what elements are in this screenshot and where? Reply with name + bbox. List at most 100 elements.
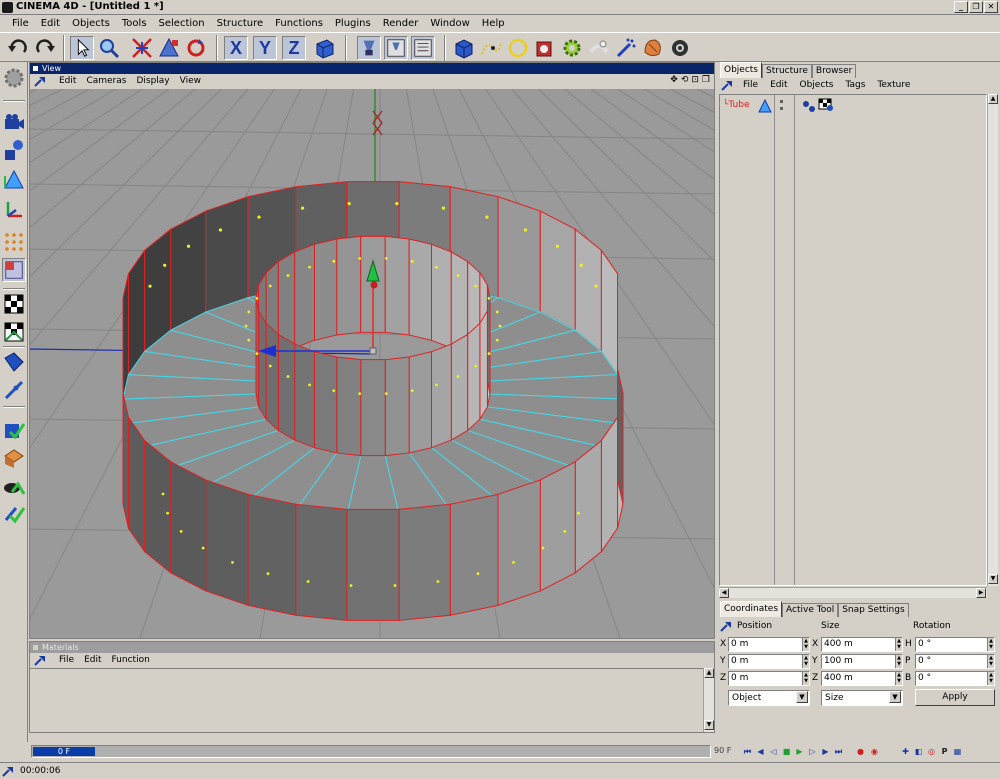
axis-mode-icon[interactable] bbox=[2, 198, 26, 222]
menu-edit[interactable]: Edit bbox=[35, 18, 66, 29]
x-axis-toggle[interactable]: X bbox=[224, 36, 248, 60]
next-key-icon[interactable]: ▶ bbox=[820, 746, 831, 757]
apply-button[interactable]: Apply bbox=[915, 689, 995, 706]
objects-menu-objects[interactable]: Objects bbox=[794, 80, 840, 90]
step-back-icon[interactable]: ◁ bbox=[768, 746, 779, 757]
materials-menu-file[interactable]: File bbox=[54, 655, 79, 665]
point-mode-icon[interactable] bbox=[2, 230, 26, 254]
pin-icon[interactable] bbox=[721, 79, 735, 91]
move-tool-icon[interactable] bbox=[130, 36, 154, 60]
key-parameter-icon[interactable]: P bbox=[939, 746, 950, 757]
enable-axis-icon[interactable] bbox=[2, 418, 26, 442]
materials-menu-edit[interactable]: Edit bbox=[79, 655, 106, 665]
minimize-button[interactable]: _ bbox=[954, 1, 968, 13]
camera-mode-icon[interactable] bbox=[2, 110, 26, 134]
menu-functions[interactable]: Functions bbox=[269, 18, 329, 29]
object-name[interactable]: Tube bbox=[728, 100, 749, 110]
menu-selection[interactable]: Selection bbox=[153, 18, 211, 29]
model-mode-icon[interactable] bbox=[2, 168, 26, 192]
view-menu-display[interactable]: Display bbox=[131, 76, 174, 86]
menu-objects[interactable]: Objects bbox=[66, 18, 116, 29]
objects-menu-tags[interactable]: Tags bbox=[840, 80, 872, 90]
key-scale-icon[interactable]: ◧ bbox=[913, 746, 924, 757]
pin-icon[interactable] bbox=[34, 75, 48, 87]
position-z-field[interactable]: 0 m bbox=[728, 671, 810, 686]
position-x-spinner[interactable]: ▲ ▼ bbox=[802, 638, 809, 651]
speaker-icon[interactable] bbox=[668, 36, 692, 60]
rotation-p-spinner[interactable]: ▲ ▼ bbox=[987, 655, 994, 668]
render-settings-button[interactable] bbox=[411, 36, 435, 60]
pin-icon[interactable] bbox=[720, 620, 734, 632]
rotation-b-field[interactable]: 0 ° bbox=[915, 671, 995, 686]
rotation-b-spinner[interactable]: ▲ ▼ bbox=[987, 672, 994, 685]
close-button[interactable]: ✕ bbox=[984, 1, 998, 13]
materials-menu-function[interactable]: Function bbox=[107, 655, 155, 665]
timeline-slider[interactable]: 0 F bbox=[31, 745, 711, 758]
object-list-vscroll[interactable]: ▲ ▼ bbox=[987, 94, 998, 586]
3d-viewport[interactable] bbox=[30, 89, 714, 638]
menu-window[interactable]: Window bbox=[424, 18, 475, 29]
key-pla-icon[interactable]: ▦ bbox=[952, 746, 963, 757]
scroll-right-arrow[interactable]: ▶ bbox=[976, 588, 986, 598]
objects-menu-edit[interactable]: Edit bbox=[764, 80, 793, 90]
render-picture-viewer-button[interactable] bbox=[384, 36, 408, 60]
menu-file[interactable]: File bbox=[6, 18, 35, 29]
texture-tag-icon[interactable] bbox=[818, 98, 834, 112]
object-list[interactable]: └Tube bbox=[719, 94, 987, 586]
position-x-field[interactable]: 0 m bbox=[728, 637, 810, 652]
material-sphere-icon[interactable] bbox=[641, 36, 665, 60]
step-forward-icon[interactable]: ▷ bbox=[807, 746, 818, 757]
size-y-spinner[interactable]: ▲ ▼ bbox=[895, 655, 902, 668]
rotation-h-spinner[interactable]: ▲ ▼ bbox=[987, 638, 994, 651]
deformer-icon[interactable] bbox=[587, 36, 611, 60]
timeline-current-frame[interactable]: 0 F bbox=[33, 747, 95, 756]
coordinate-system-icon[interactable] bbox=[313, 36, 337, 60]
go-to-end-icon[interactable]: ⏭ bbox=[833, 746, 844, 757]
objects-menu-file[interactable]: File bbox=[737, 80, 764, 90]
tab-active-tool[interactable]: Active Tool bbox=[782, 603, 839, 617]
scroll-up-arrow[interactable]: ▲ bbox=[704, 668, 714, 678]
key-position-icon[interactable]: ✚ bbox=[900, 746, 911, 757]
scroll-left-arrow[interactable]: ◀ bbox=[719, 588, 729, 598]
tweak-mode-icon[interactable] bbox=[2, 446, 26, 470]
toggle-layout-icon[interactable]: ❐ bbox=[702, 75, 710, 85]
spline-pen-icon[interactable] bbox=[479, 36, 503, 60]
visibility-editor-dot[interactable] bbox=[780, 100, 783, 103]
view-menu-view[interactable]: View bbox=[175, 76, 206, 86]
materials-area[interactable] bbox=[30, 668, 704, 730]
phong-tag-icon[interactable] bbox=[802, 99, 816, 113]
tab-browser[interactable]: Browser bbox=[811, 64, 857, 78]
visibility-render-dot[interactable] bbox=[780, 107, 783, 110]
position-z-spinner[interactable]: ▲ ▼ bbox=[802, 672, 809, 685]
polygon-mode-button[interactable] bbox=[2, 258, 26, 282]
live-selection-tool-button[interactable] bbox=[70, 36, 94, 60]
pin-icon[interactable] bbox=[34, 654, 48, 666]
scale-tool-icon[interactable] bbox=[157, 36, 181, 60]
play-icon[interactable]: ▶ bbox=[794, 746, 805, 757]
view-menu-edit[interactable]: Edit bbox=[54, 76, 81, 86]
rotate-tool-icon[interactable] bbox=[184, 36, 208, 60]
menu-plugins[interactable]: Plugins bbox=[329, 18, 377, 29]
record-icon[interactable]: ● bbox=[855, 746, 866, 757]
array-gear-icon[interactable] bbox=[560, 36, 584, 60]
size-z-spinner[interactable]: ▲ ▼ bbox=[895, 672, 902, 685]
ik-chain-icon[interactable] bbox=[2, 378, 26, 402]
snap-icon[interactable] bbox=[2, 502, 26, 526]
size-x-spinner[interactable]: ▲ ▼ bbox=[895, 638, 902, 651]
zoom-view-icon[interactable]: ⊡ bbox=[691, 75, 699, 85]
restore-button[interactable]: ❐ bbox=[969, 1, 983, 13]
menu-render[interactable]: Render bbox=[377, 18, 425, 29]
stop-icon[interactable]: ■ bbox=[781, 746, 792, 757]
menu-help[interactable]: Help bbox=[476, 18, 511, 29]
object-list-hscroll[interactable]: ◀ ▶ bbox=[719, 587, 987, 598]
texture-axis-icon[interactable] bbox=[2, 320, 26, 344]
chevron-down-icon[interactable]: ▼ bbox=[889, 691, 901, 703]
rotation-h-field[interactable]: 0 ° bbox=[915, 637, 995, 652]
view-menu-cameras[interactable]: Cameras bbox=[81, 76, 131, 86]
nurbs-icon[interactable] bbox=[533, 36, 557, 60]
size-x-field[interactable]: 400 m bbox=[821, 637, 903, 652]
materials-scrollbar[interactable]: ▲ ▼ bbox=[703, 668, 714, 732]
viewport-scene[interactable] bbox=[30, 89, 714, 638]
object-row-tube[interactable]: └Tube bbox=[723, 100, 750, 114]
object-mode-icon[interactable] bbox=[2, 138, 26, 162]
